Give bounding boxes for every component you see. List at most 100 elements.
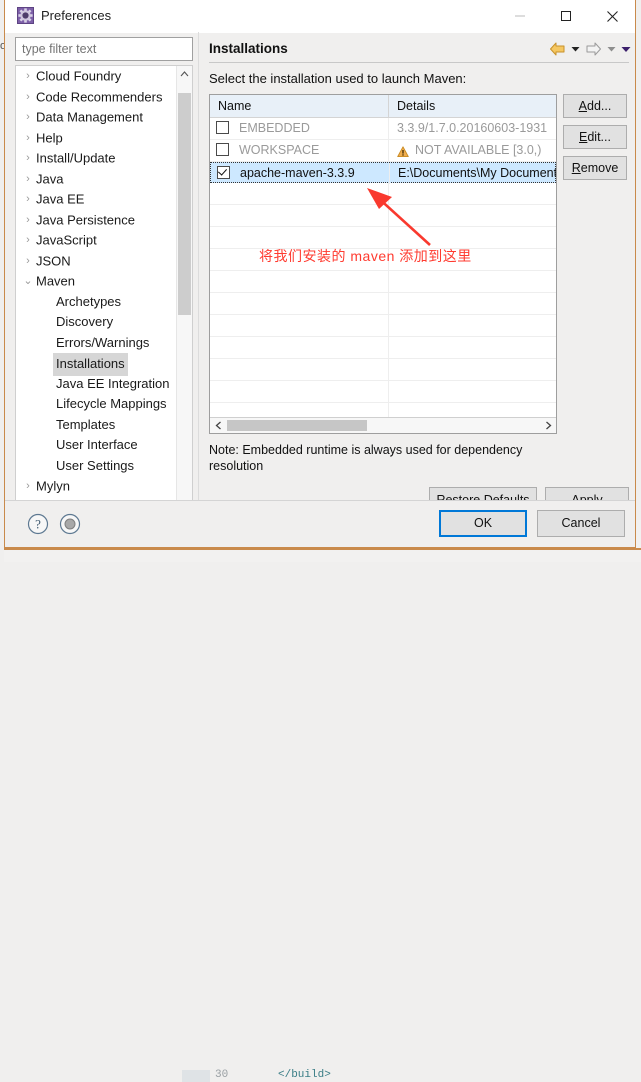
pane-toolbar bbox=[547, 40, 633, 58]
sidebar-item-user-interface[interactable]: User Interface bbox=[16, 435, 178, 456]
table-cell-details: E:\Documents\My Document bbox=[389, 163, 556, 184]
sidebar-item-java-ee[interactable]: › Java EE bbox=[16, 189, 178, 210]
row-checkbox[interactable] bbox=[216, 121, 229, 135]
sidebar-item-label: Java EE Integration bbox=[56, 375, 170, 391]
installation-details: NOT AVAILABLE [3.0,) bbox=[415, 143, 542, 157]
table-empty-row bbox=[210, 271, 556, 293]
table-empty-row bbox=[210, 381, 556, 403]
filter-input[interactable] bbox=[15, 37, 193, 61]
sidebar-item-label: Maven bbox=[36, 273, 76, 289]
help-question-icon[interactable]: ? bbox=[27, 513, 49, 538]
chevron-right-icon[interactable]: › bbox=[20, 169, 36, 190]
table-cell-name: WORKSPACE bbox=[210, 140, 388, 161]
table-row[interactable]: apache-maven-3.3.9 E:\Documents\My Docume… bbox=[210, 162, 556, 184]
button-label-rest: emove bbox=[580, 161, 619, 175]
sidebar-item-java-persistence[interactable]: › Java Persistence bbox=[16, 210, 178, 231]
table-empty-row bbox=[210, 183, 556, 205]
maximize-button[interactable] bbox=[543, 0, 589, 32]
close-button[interactable] bbox=[589, 0, 635, 32]
chevron-right-icon[interactable]: › bbox=[20, 476, 36, 497]
table-scroll-left-icon[interactable] bbox=[210, 418, 226, 433]
table-empty-row bbox=[210, 315, 556, 337]
table-row[interactable]: WORKSPACE NOT AVAILABLE [3.0,) bbox=[210, 140, 556, 162]
chevron-right-icon[interactable]: › bbox=[20, 128, 36, 149]
sidebar-item-maven[interactable]: ⌄ Maven bbox=[16, 271, 178, 292]
sidebar-item-label: User Interface bbox=[56, 437, 138, 453]
sidebar-item-discovery[interactable]: Discovery bbox=[16, 312, 178, 333]
table-row[interactable]: EMBEDDED 3.3.9/1.7.0.20160603-1931 bbox=[210, 118, 556, 140]
sidebar-item-installations[interactable]: Installations bbox=[16, 353, 178, 376]
chevron-down-icon[interactable]: ⌄ bbox=[20, 271, 36, 292]
table-empty-row bbox=[210, 205, 556, 227]
preferences-tree[interactable]: › Cloud Foundry › Code Recommenders › Data Ma… bbox=[15, 65, 193, 513]
chevron-right-icon[interactable]: › bbox=[20, 210, 36, 231]
edit-button[interactable]: Edit... bbox=[563, 125, 627, 149]
chevron-right-icon[interactable]: › bbox=[20, 230, 36, 251]
column-header-name[interactable]: Name bbox=[210, 95, 388, 117]
svg-text:?: ? bbox=[35, 517, 41, 532]
forward-arrow-icon[interactable] bbox=[583, 40, 603, 58]
circle-dot-icon[interactable] bbox=[59, 513, 81, 538]
sidebar-item-lifecycle-mappings[interactable]: Lifecycle Mappings bbox=[16, 394, 178, 415]
tree-vertical-scrollbar[interactable] bbox=[176, 66, 192, 512]
remove-button[interactable]: Remove bbox=[563, 156, 627, 180]
sidebar-item-label: Install/Update bbox=[36, 150, 116, 166]
background-window-border bbox=[0, 548, 641, 550]
sidebar-item-json[interactable]: › JSON bbox=[16, 251, 178, 272]
sidebar-item-java-ee-integration[interactable]: Java EE Integration bbox=[16, 374, 178, 395]
sidebar-item-label: JSON bbox=[36, 252, 71, 268]
chevron-right-icon[interactable]: › bbox=[20, 87, 36, 108]
table-horizontal-scrollbar[interactable] bbox=[210, 417, 556, 433]
sidebar-item-mylyn[interactable]: › Mylyn bbox=[16, 476, 178, 497]
table-cell-details: NOT AVAILABLE [3.0,) bbox=[388, 140, 556, 161]
sidebar-item-label: Java EE bbox=[36, 191, 85, 207]
row-checkbox[interactable] bbox=[217, 166, 230, 180]
title-separator bbox=[209, 62, 629, 63]
chevron-right-icon[interactable]: › bbox=[20, 148, 36, 169]
minimize-button[interactable] bbox=[497, 0, 543, 32]
add-button[interactable]: Add... bbox=[563, 94, 627, 118]
scroll-up-icon[interactable] bbox=[177, 66, 192, 82]
sidebar-item-help[interactable]: › Help bbox=[16, 128, 178, 149]
table-body: EMBEDDED 3.3.9/1.7.0.20160603-1931 WORKSPA… bbox=[210, 118, 556, 418]
pane-menu-caret-icon[interactable] bbox=[619, 40, 633, 58]
sidebar-item-code-recommenders[interactable]: › Code Recommenders bbox=[16, 87, 178, 108]
sidebar-item-label: Templates bbox=[56, 416, 116, 432]
back-dropdown-caret-icon[interactable] bbox=[568, 40, 582, 58]
row-checkbox[interactable] bbox=[216, 143, 229, 157]
window-controls bbox=[497, 0, 635, 32]
column-header-details[interactable]: Details bbox=[388, 95, 556, 117]
chevron-right-icon[interactable]: › bbox=[20, 66, 36, 87]
sidebar-item-errors-warnings[interactable]: Errors/Warnings bbox=[16, 333, 178, 354]
button-mnemonic: R bbox=[571, 161, 581, 175]
dialog-titlebar: Preferences bbox=[5, 0, 635, 33]
sidebar-item-install-update[interactable]: › Install/Update bbox=[16, 148, 178, 169]
button-label-rest: dd... bbox=[587, 99, 612, 113]
sidebar-item-java[interactable]: › Java bbox=[16, 169, 178, 190]
table-hscroll-thumb[interactable] bbox=[227, 420, 367, 431]
forward-dropdown-caret-icon[interactable] bbox=[604, 40, 618, 58]
tree-scroll-thumb[interactable] bbox=[178, 93, 191, 315]
sidebar-item-label: JavaScript bbox=[36, 232, 97, 248]
cancel-button[interactable]: Cancel bbox=[537, 510, 625, 537]
chevron-right-icon[interactable]: › bbox=[20, 251, 36, 272]
table-empty-row bbox=[210, 293, 556, 315]
chevron-right-icon[interactable]: › bbox=[20, 189, 36, 210]
table-cell-name: apache-maven-3.3.9 bbox=[211, 163, 389, 184]
chevron-right-icon[interactable]: › bbox=[20, 107, 36, 128]
back-arrow-icon[interactable] bbox=[547, 40, 567, 58]
sidebar-item-cloud-foundry[interactable]: › Cloud Foundry bbox=[16, 66, 178, 87]
table-scroll-right-icon[interactable] bbox=[540, 418, 556, 433]
ok-button[interactable]: OK bbox=[439, 510, 527, 537]
sidebar-item-data-management[interactable]: › Data Management bbox=[16, 107, 178, 128]
sidebar-item-label: Lifecycle Mappings bbox=[56, 396, 167, 412]
annotation-text: 将我们安装的 maven 添加到这里 bbox=[259, 248, 472, 264]
sidebar-item-templates[interactable]: Templates bbox=[16, 415, 178, 436]
sidebar-item-user-settings[interactable]: User Settings bbox=[16, 456, 178, 477]
preferences-gear-icon bbox=[17, 7, 34, 24]
dialog-title: Preferences bbox=[41, 8, 112, 23]
sidebar-item-javascript[interactable]: › JavaScript bbox=[16, 230, 178, 251]
table-header: Name Details bbox=[210, 95, 556, 118]
table-cell-name: EMBEDDED bbox=[210, 118, 388, 139]
sidebar-item-archetypes[interactable]: Archetypes bbox=[16, 292, 178, 313]
